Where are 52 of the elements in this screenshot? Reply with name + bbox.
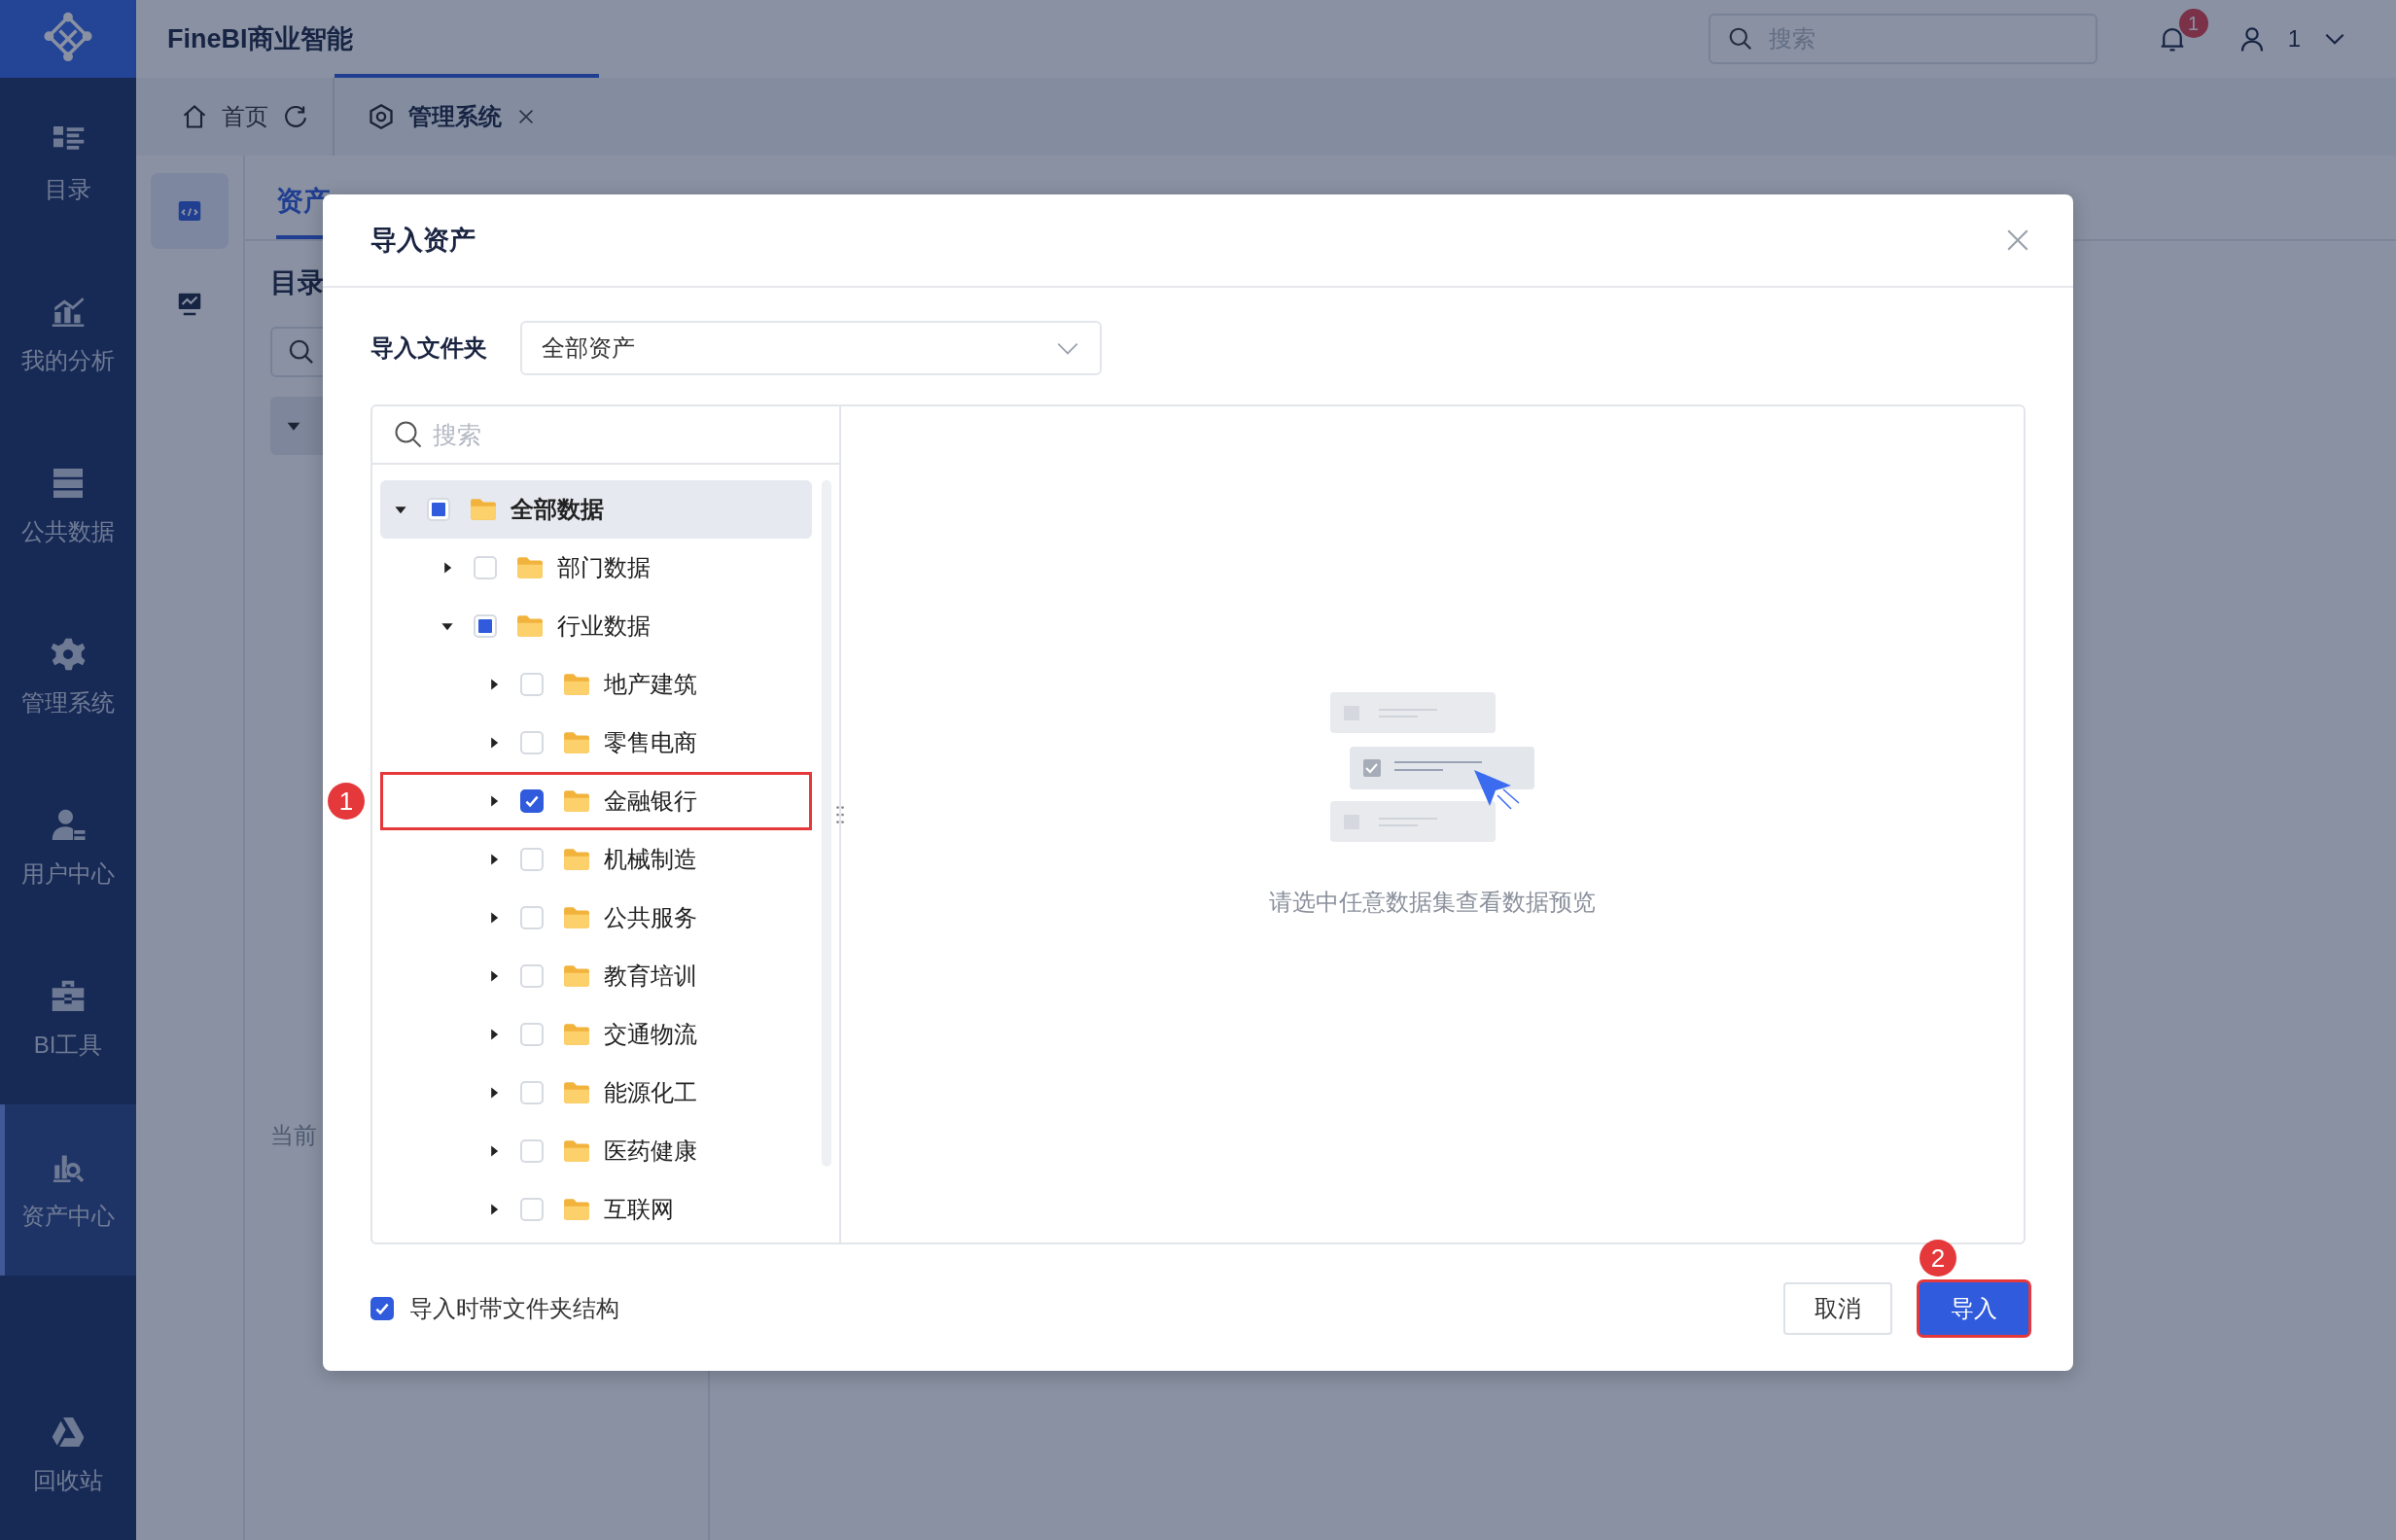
drag-handle-icon[interactable] [835,805,845,824]
folder-icon [563,964,590,988]
checkbox[interactable] [370,1297,394,1320]
tree-row[interactable]: 部门数据 [380,539,812,597]
tree-row[interactable]: 地产建筑 [380,655,812,714]
tree-row[interactable]: 公共服务 [380,889,812,947]
hexagon-icon [368,103,395,130]
folder-icon [470,498,497,521]
folder-icon [563,1198,590,1221]
folder-icon [563,731,590,754]
folder-icon [563,789,590,813]
checkbox[interactable] [520,789,544,813]
tree-row[interactable]: 金融银行 [380,772,812,830]
tree-row[interactable]: 医药健康 [380,1122,812,1180]
tree-row[interactable]: 互联网 [380,1180,812,1239]
step-marker: 2 [1920,1240,1956,1277]
tree-row[interactable]: 能源化工 [380,1064,812,1122]
folder-icon [563,1139,590,1163]
status-text: 当前 [270,1121,317,1150]
cancel-button[interactable]: 取消 [1783,1282,1892,1335]
tree-row[interactable]: 机械制造 [380,830,812,889]
app-title: FineBI商业智能 [167,23,353,55]
tree-row[interactable]: 交通物流 [380,1005,812,1064]
refresh-icon[interactable] [282,103,309,130]
section-heading: 目录 [270,266,326,299]
tree-row[interactable]: 教育培训 [380,947,812,1005]
tree-row[interactable]: 零售电商 [380,714,812,772]
folder-dropdown[interactable]: 全部资产 [520,321,1102,375]
field-label: 导入文件夹 [370,333,487,363]
folder-icon [563,848,590,871]
search-icon [394,420,423,449]
folder-icon [516,614,544,638]
notification-badge: 1 [2178,9,2208,38]
search-field[interactable]: 搜索 [372,406,839,463]
folder-icon [563,1081,590,1104]
folder-icon [563,673,590,696]
checkbox-label: 导入时带文件夹结构 [409,1294,619,1323]
empty-state-text: 请选中任意数据集查看数据预览 [1269,888,1596,917]
folder-icon [563,906,590,929]
home-icon [181,103,208,130]
import-button[interactable]: 导入 [1920,1282,2028,1335]
user-name[interactable]: 1 [2287,25,2301,52]
folder-icon [563,1023,590,1046]
search-icon [1727,26,1753,52]
dialog-title: 导入资产 [370,225,476,257]
folder-icon [516,556,544,579]
close-icon[interactable] [2005,228,2030,253]
step-marker: 1 [328,783,365,820]
search-icon [288,338,315,366]
tree-row[interactable]: 行业数据 [380,597,812,655]
tree-row[interactable]: 全部数据 [380,480,812,539]
side-tab[interactable] [151,173,229,249]
